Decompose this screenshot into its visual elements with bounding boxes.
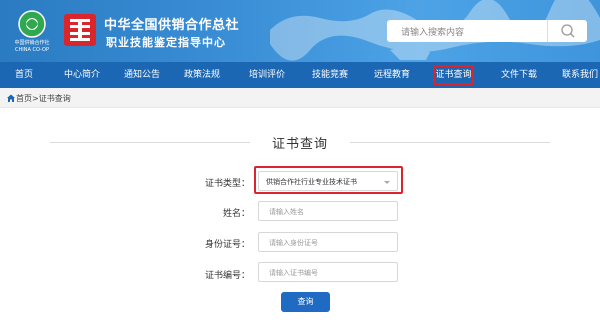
id-number-label: 身份证号：: [204, 240, 250, 250]
nav-item-contact[interactable]: 联系我们: [556, 62, 600, 88]
cert-type-label: 证书类型：: [204, 179, 250, 189]
nav-item-certificate-query[interactable]: 证书查询: [430, 62, 477, 88]
cert-number-label: 证书编号：: [204, 271, 250, 281]
nav-item-competition[interactable]: 技能竞赛: [305, 62, 355, 88]
home-icon[interactable]: [6, 93, 16, 103]
name-placeholder: 请输入姓名: [269, 208, 304, 216]
search-icon: [561, 24, 575, 38]
center-logo-icon: [64, 14, 96, 46]
cert-number-input[interactable]: 请输入证书编号: [258, 262, 398, 282]
title-divider-right: [350, 142, 550, 143]
search-button[interactable]: [547, 20, 587, 42]
main-nav: 首页 中心简介 通知公告 政策法规 培训评价 技能竞赛 远程教育 证书查询 文件…: [0, 62, 600, 88]
site-subtitle: 职业技能鉴定指导中心: [106, 36, 226, 49]
nav-item-remote-education[interactable]: 远程教育: [367, 62, 417, 88]
site-title: 中华全国供销合作总社: [104, 18, 240, 33]
name-input[interactable]: 请输入姓名: [258, 201, 398, 221]
search-input[interactable]: 请输入搜索内容: [387, 20, 547, 42]
site-header: 中国供销合作社 CHINA CO-OP 中华全国供销合作总社 职业技能鉴定指导中…: [0, 0, 600, 62]
breadcrumb: 首页>证书查询: [0, 88, 600, 108]
nav-item-notices[interactable]: 通知公告: [117, 62, 167, 88]
nav-item-home[interactable]: 首页: [5, 62, 43, 88]
nav-item-about[interactable]: 中心简介: [59, 62, 105, 88]
id-number-input[interactable]: 请输入身份证号: [258, 232, 398, 252]
nav-item-training[interactable]: 培训评价: [242, 62, 292, 88]
cert-number-placeholder: 请输入证书编号: [269, 269, 318, 277]
cert-type-select[interactable]: 供销合作社行业专业技术证书: [258, 171, 398, 191]
query-button[interactable]: 查询: [281, 292, 330, 312]
page: 中国供销合作社 CHINA CO-OP 中华全国供销合作总社 职业技能鉴定指导中…: [0, 0, 600, 320]
nav-item-downloads[interactable]: 文件下载: [494, 62, 544, 88]
cert-type-value: 供销合作社行业专业技术证书: [266, 178, 357, 186]
nav-item-policies[interactable]: 政策法规: [177, 62, 227, 88]
coop-logo-text: 中国供销合作社 CHINA CO-OP: [14, 40, 50, 53]
name-label: 姓名：: [222, 209, 250, 219]
id-number-placeholder: 请输入身份证号: [269, 239, 318, 247]
breadcrumb-text[interactable]: 首页>证书查询: [16, 93, 71, 104]
chevron-down-icon: [384, 181, 390, 184]
search-placeholder: 请输入搜索内容: [401, 28, 465, 38]
